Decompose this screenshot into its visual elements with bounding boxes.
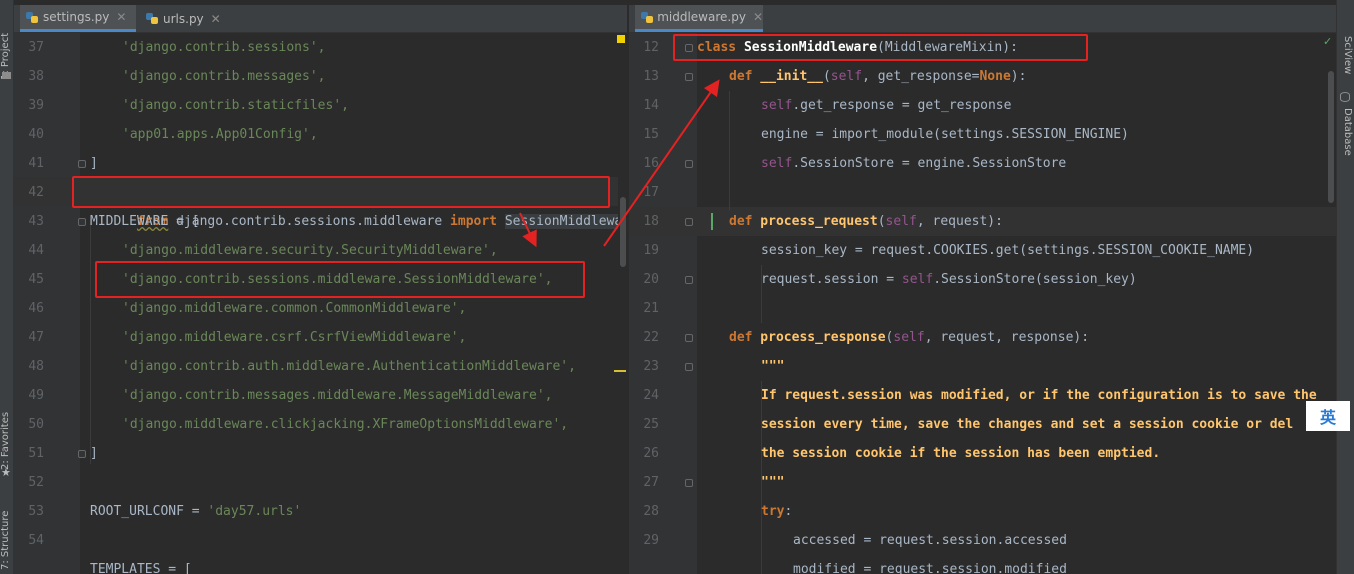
annotation-arrow-small xyxy=(519,212,537,248)
annotation-arrow-to-class xyxy=(603,79,720,247)
annotation-arrows xyxy=(519,79,720,248)
ime-indicator[interactable]: 英 xyxy=(1306,401,1350,431)
